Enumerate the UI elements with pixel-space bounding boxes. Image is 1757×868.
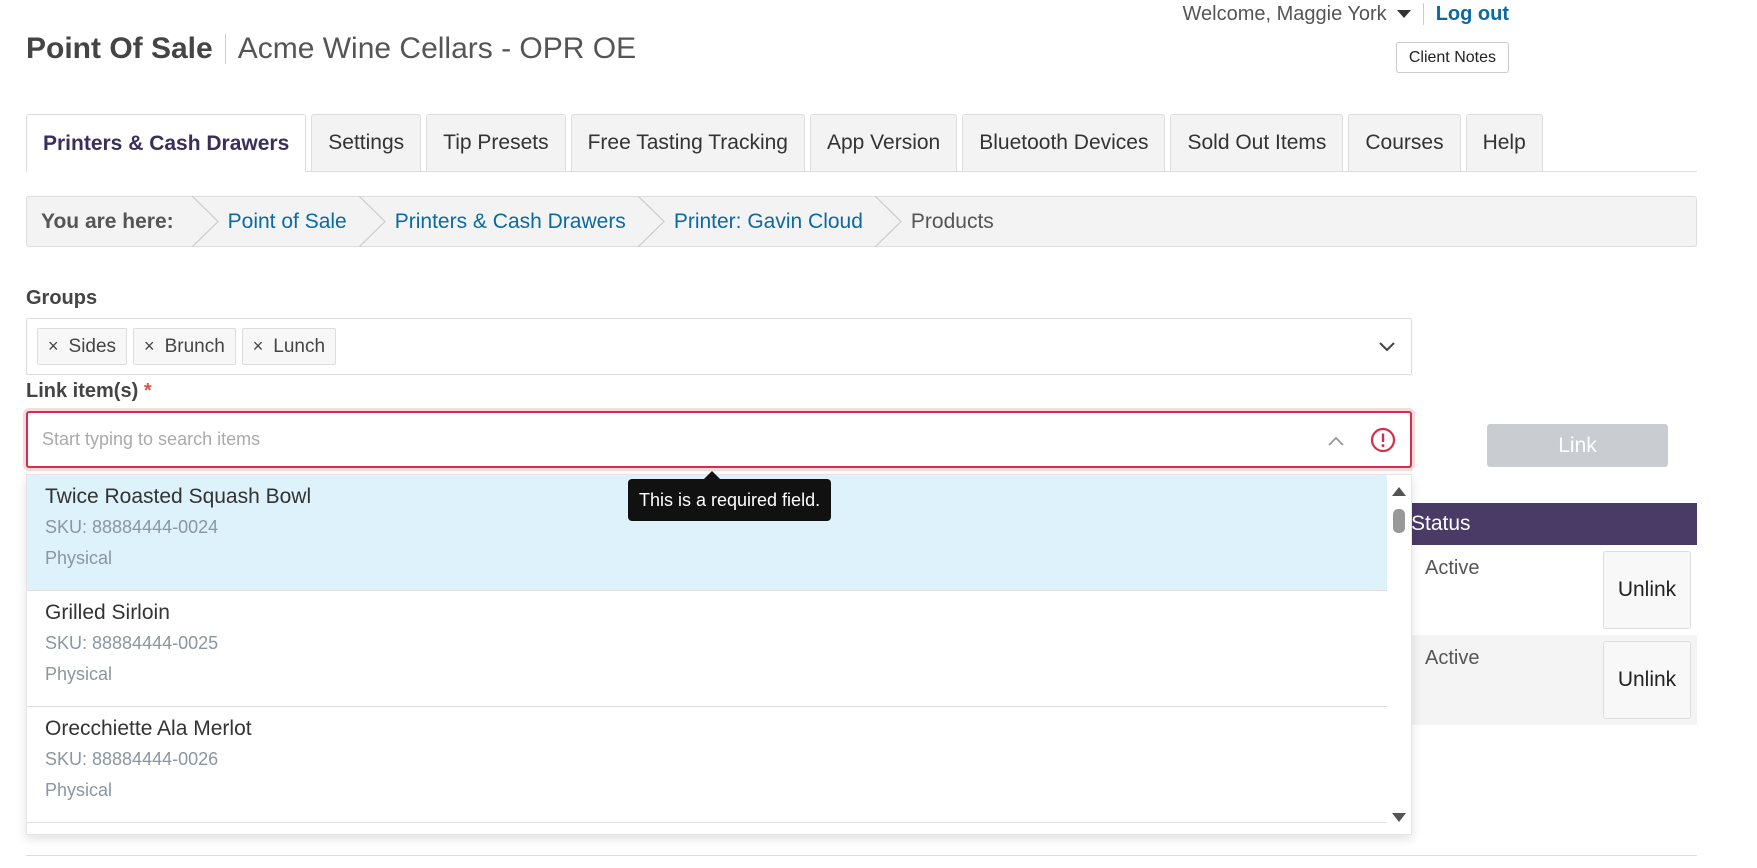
- item-sku: SKU: 88884444-0025: [45, 633, 219, 653]
- remove-chip-icon[interactable]: ×: [48, 336, 59, 357]
- item-type: Physical: [45, 548, 113, 568]
- chevron-up-icon[interactable]: [1326, 431, 1346, 451]
- user-bar: Welcome, Maggie York Log out: [1183, 0, 1509, 28]
- welcome-text: Welcome, Maggie York: [1182, 2, 1387, 25]
- breadcrumb-link-point-of-sale[interactable]: Point of Sale: [224, 210, 355, 234]
- breadcrumb-separator-icon: [634, 196, 670, 247]
- remove-chip-icon[interactable]: ×: [144, 336, 155, 357]
- breadcrumb-link-printer[interactable]: Printer: Gavin Cloud: [670, 210, 871, 234]
- breadcrumb-separator-icon: [355, 196, 391, 247]
- group-chip-label: Brunch: [164, 335, 225, 357]
- group-chip-label: Lunch: [273, 335, 326, 357]
- divider: [1422, 3, 1424, 25]
- divider: [26, 855, 1697, 856]
- tab-app-version[interactable]: App Version: [809, 114, 958, 171]
- item-type: Physical: [45, 780, 113, 800]
- tab-bluetooth-devices[interactable]: Bluetooth Devices: [962, 114, 1166, 171]
- remove-chip-icon[interactable]: ×: [253, 336, 264, 357]
- tab-courses[interactable]: Courses: [1348, 114, 1461, 171]
- table-row: Active Unlink: [1405, 635, 1697, 725]
- unlink-button[interactable]: Unlink: [1603, 641, 1691, 719]
- item-name: Grilled Sirloin: [45, 601, 170, 624]
- item-type: Physical: [45, 664, 113, 684]
- breadcrumb-link-printers[interactable]: Printers & Cash Drawers: [391, 210, 634, 234]
- caret-down-icon: [1396, 10, 1411, 18]
- list-item[interactable]: Grilled Sirloin SKU: 88884444-0025 Physi…: [27, 591, 1389, 707]
- list-item[interactable]: Orecchiette Ala Merlot SKU: 88884444-002…: [27, 707, 1389, 823]
- company-name: Acme Wine Cellars - OPR OE: [237, 32, 637, 65]
- item-name: Orecchiette Ala Merlot: [45, 717, 252, 740]
- dropdown-scrollbar[interactable]: [1387, 475, 1411, 834]
- status-value: Active: [1425, 557, 1480, 579]
- link-items-label: Link item(s) *: [26, 380, 152, 402]
- unlink-button[interactable]: Unlink: [1603, 551, 1691, 629]
- breadcrumb-separator-icon: [871, 196, 907, 247]
- table-row: Active Unlink: [1405, 545, 1697, 635]
- chevron-down-icon[interactable]: [1377, 337, 1397, 357]
- group-chip: × Brunch: [133, 328, 236, 365]
- required-mark: *: [143, 380, 152, 402]
- tab-bar: Printers & Cash Drawers Settings Tip Pre…: [26, 114, 1697, 172]
- tab-settings[interactable]: Settings: [311, 114, 422, 171]
- link-items-search-input[interactable]: [42, 413, 1292, 466]
- suggestion-list: Twice Roasted Squash Bowl SKU: 88884444-…: [27, 475, 1389, 823]
- group-chip: × Lunch: [241, 328, 337, 365]
- link-button[interactable]: Link: [1487, 424, 1668, 467]
- user-menu[interactable]: Welcome, Maggie York: [1183, 3, 1411, 26]
- breadcrumb: You are here: Point of Sale Printers & C…: [26, 196, 1697, 247]
- group-chip-label: Sides: [68, 335, 117, 357]
- tab-sold-out-items[interactable]: Sold Out Items: [1170, 114, 1344, 171]
- group-chip: × Sides: [37, 328, 128, 365]
- page-title: Point Of Sale: [26, 32, 213, 65]
- item-suggestions-dropdown: Twice Roasted Squash Bowl SKU: 88884444-…: [26, 474, 1412, 835]
- tab-help[interactable]: Help: [1465, 114, 1543, 171]
- status-column-header: Status: [1405, 503, 1697, 545]
- breadcrumb-separator-icon: [188, 196, 224, 247]
- scrollbar-thumb[interactable]: [1393, 509, 1405, 533]
- tab-printers-cash-drawers[interactable]: Printers & Cash Drawers: [26, 114, 307, 172]
- status-value: Active: [1425, 647, 1480, 669]
- client-notes-button[interactable]: Client Notes: [1395, 42, 1509, 73]
- required-field-tooltip: This is a required field.: [628, 471, 832, 521]
- link-items-field: [26, 411, 1412, 468]
- breadcrumb-current: Products: [910, 209, 994, 233]
- groups-label: Groups: [26, 287, 98, 309]
- error-icon: [1370, 427, 1396, 453]
- tab-tip-presets[interactable]: Tip Presets: [426, 114, 566, 171]
- scroll-up-arrow-icon[interactable]: [1392, 487, 1406, 496]
- logout-link[interactable]: Log out: [1436, 3, 1509, 26]
- breadcrumb-label: You are here:: [41, 209, 174, 233]
- item-sku: SKU: 88884444-0026: [45, 749, 219, 769]
- tab-free-tasting-tracking[interactable]: Free Tasting Tracking: [570, 114, 805, 171]
- page-header: Point Of Sale Acme Wine Cellars - OPR OE: [26, 32, 636, 66]
- scroll-down-arrow-icon[interactable]: [1392, 813, 1406, 822]
- groups-multiselect[interactable]: × Sides × Brunch × Lunch: [26, 318, 1412, 375]
- divider: [224, 34, 226, 64]
